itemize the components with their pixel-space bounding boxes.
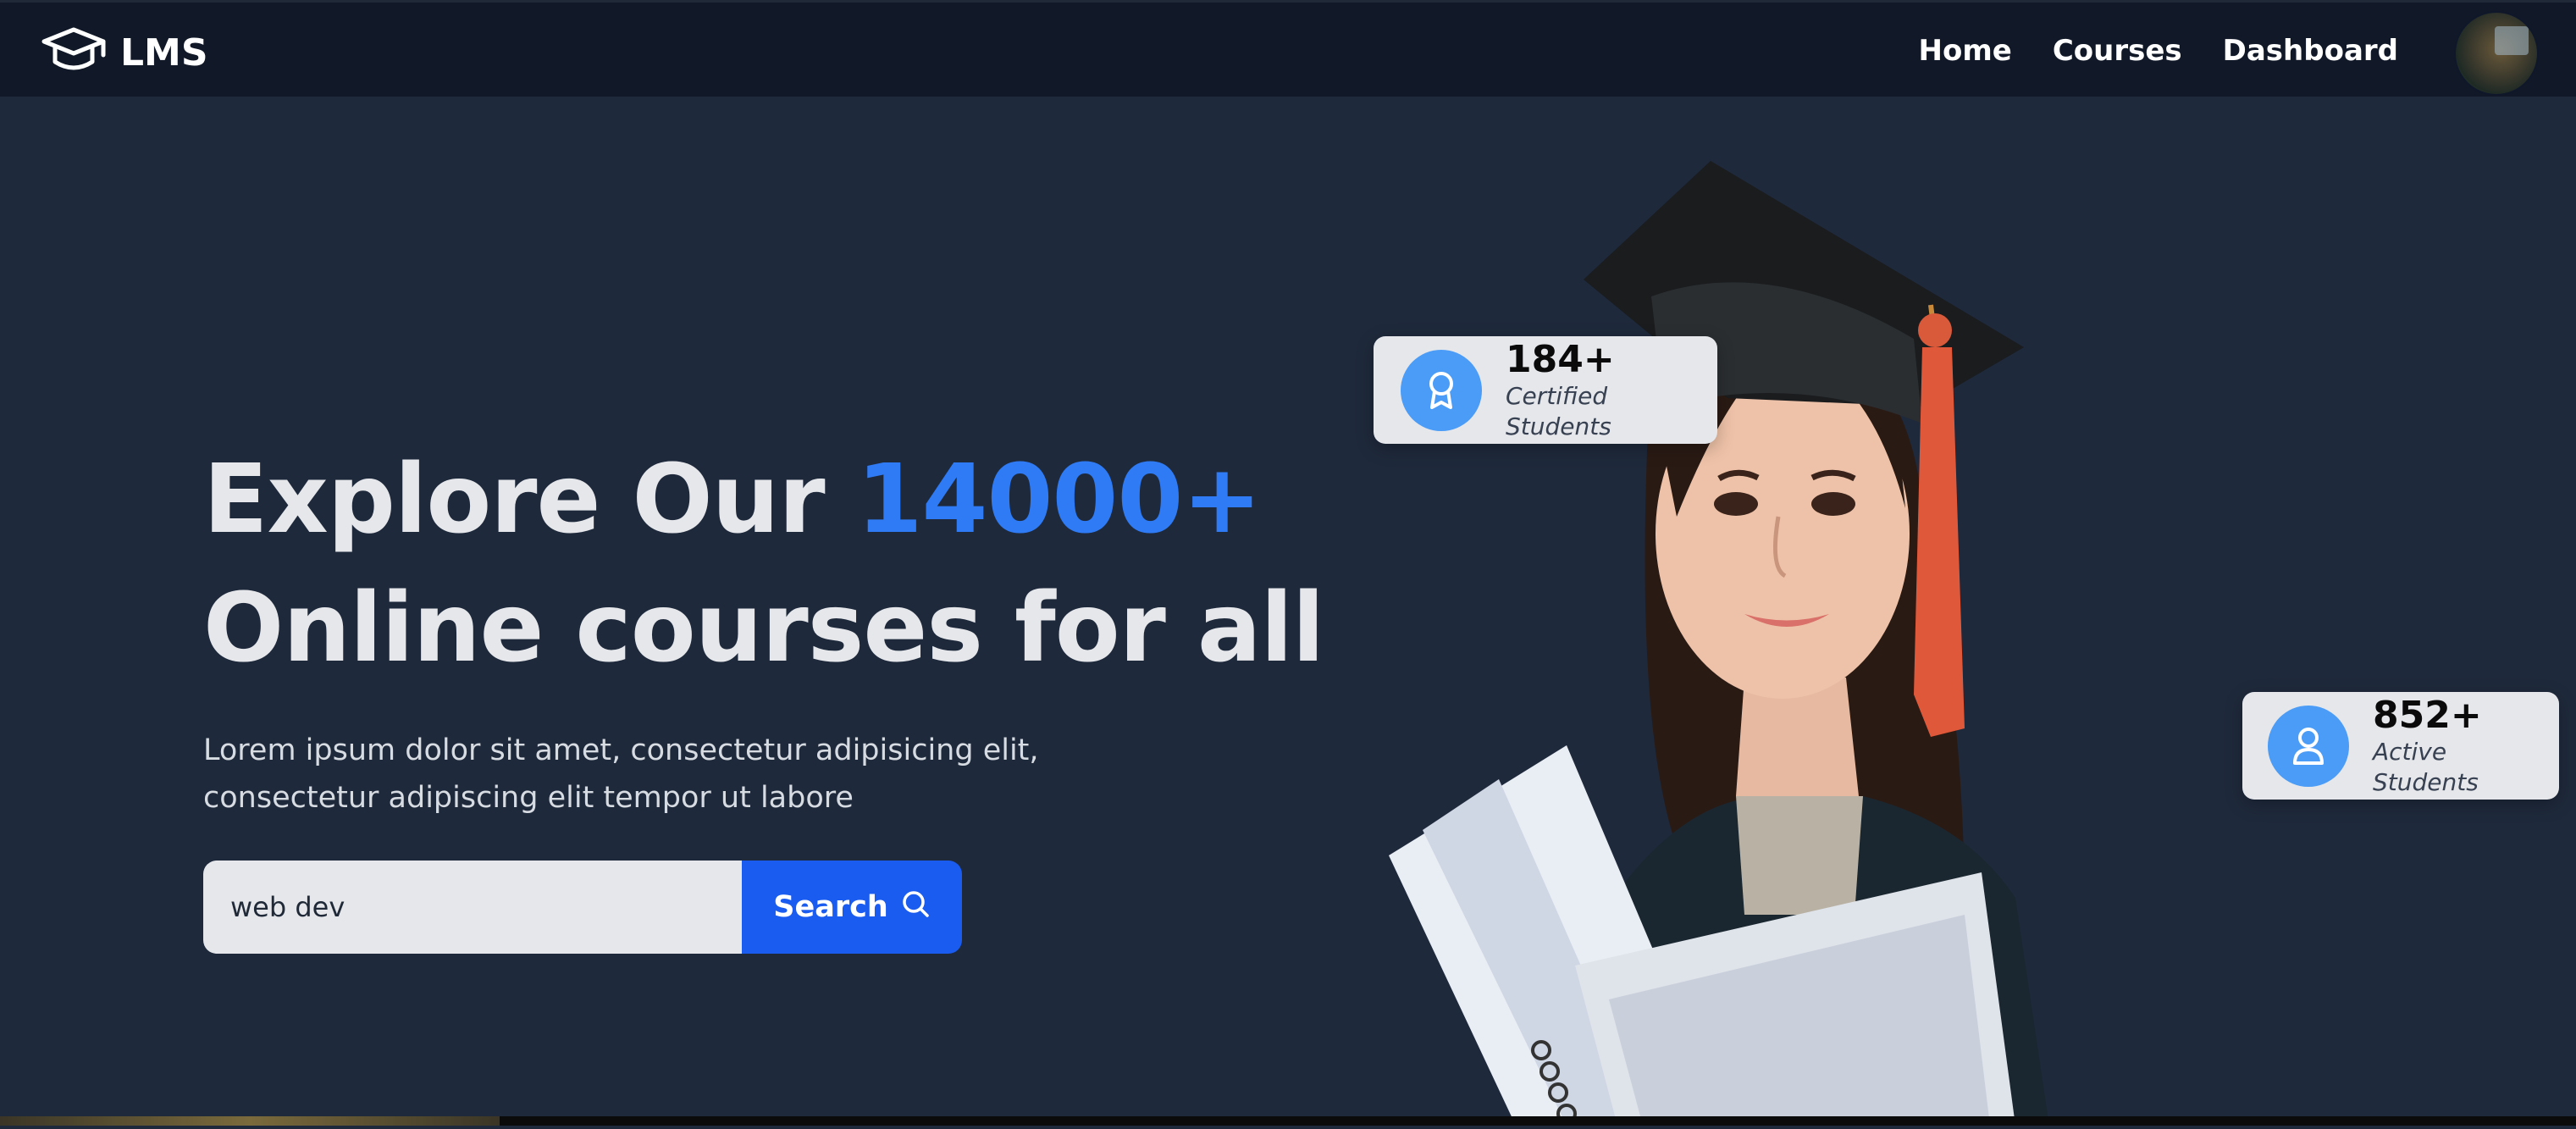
search-bar: Search [203,861,962,954]
hero-title-prefix: Explore Our [203,445,857,555]
search-button[interactable]: Search [742,861,962,954]
search-icon [900,888,931,927]
search-button-label: Search [773,890,888,924]
navbar: LMS Home Courses Dashboard [0,0,2576,97]
award-icon [1401,349,1482,431]
search-input[interactable] [203,861,742,954]
hero-description: Lorem ipsum dolor sit amet, consectetur … [203,733,1039,815]
stat-value: 184+ [1506,337,1615,381]
user-avatar[interactable] [2454,11,2539,96]
stat-label: Certified Students [1506,381,1611,440]
nav-link-home[interactable]: Home [1919,34,2012,68]
nav-links: Home Courses Dashboard [1919,3,2399,99]
brand-name: LMS [120,30,208,75]
user-icon [2268,705,2349,787]
hero-title-highlight: 14000+ [856,445,1262,555]
brand-logo[interactable]: LMS [41,25,208,80]
nav-link-dashboard[interactable]: Dashboard [2223,34,2398,68]
graduation-cap-icon [41,25,107,80]
stat-value: 852+ [2373,693,2482,737]
nav-link-courses[interactable]: Courses [2053,34,2182,68]
taskbar-strip [0,1116,2576,1126]
stat-label: Active Students [2373,737,2479,796]
hero-title-line2: Online courses for all [203,573,1324,683]
graduate-student-image [1372,152,2371,1126]
stat-card-certified: 184+ Certified Students [1374,336,1717,444]
hero-title: Explore Our 14000+ Online courses for al… [203,435,1324,693]
stat-card-active: 852+ Active Students [2242,692,2559,800]
